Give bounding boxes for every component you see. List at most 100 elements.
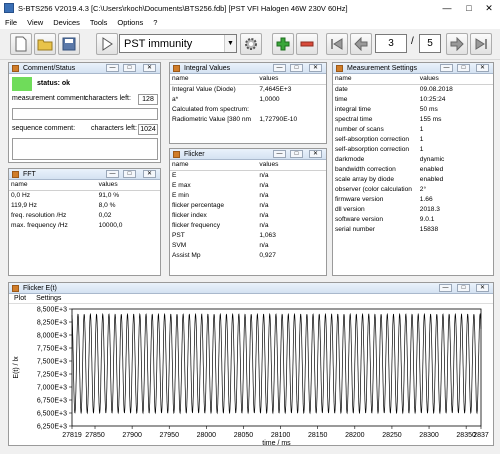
menu-view[interactable]: View — [22, 18, 48, 27]
row-value: n/a — [259, 181, 269, 189]
panel-minimize-icon[interactable]: — — [273, 150, 286, 158]
panel-restore-icon[interactable]: □ — [290, 64, 303, 72]
measurement-comment-input[interactable] — [12, 108, 158, 120]
last-page-button[interactable] — [470, 33, 492, 55]
table-row[interactable]: scale array by diode enabled — [333, 174, 493, 184]
table-row[interactable]: self-absorption correction 1 — [333, 134, 493, 144]
table-row[interactable]: dll version 2018.3 — [333, 204, 493, 214]
sequence-comment-input[interactable] — [12, 138, 158, 160]
table-row[interactable]: En/a — [170, 170, 326, 180]
toolbar: PST immunity ▼ 3 / 5 — [0, 29, 500, 60]
table-row[interactable]: spectral time 155 ms — [333, 114, 493, 124]
x-tick-label: 27900 — [122, 432, 142, 439]
column-header[interactable]: name — [333, 74, 418, 85]
table-row[interactable]: Radiometric Value [380 nm 1,72790E-10 — [170, 114, 326, 124]
panel-close-icon[interactable]: ✕ — [476, 64, 489, 72]
open-button[interactable] — [34, 33, 56, 55]
table-row[interactable]: SVM n/a — [170, 240, 326, 250]
table-row[interactable]: software version 9.0.1 — [333, 214, 493, 224]
minimize-icon[interactable]: — — [436, 0, 458, 16]
panel-restore-icon[interactable]: □ — [123, 170, 136, 178]
previous-page-button[interactable] — [350, 33, 372, 55]
menu-settings[interactable]: Settings — [31, 295, 66, 302]
panel-close-icon[interactable]: ✕ — [309, 150, 322, 158]
column-header[interactable]: values — [96, 180, 160, 191]
table-row[interactable]: Assist Mp 0,927 — [170, 250, 326, 260]
menu-options[interactable]: Options — [112, 18, 148, 27]
measurement-select[interactable]: PST immunity ▼ — [119, 34, 237, 53]
table-row[interactable]: 0,0 Hz 91,0 % — [9, 190, 160, 200]
table-row[interactable]: PST 1,063 — [170, 230, 326, 240]
row-value: 91,0 % — [98, 191, 120, 199]
table-row[interactable]: integral time 50 ms — [333, 104, 493, 114]
settings-button[interactable] — [240, 33, 262, 55]
column-header[interactable]: name — [170, 160, 258, 171]
table-row[interactable]: bandwidth correction enabled — [333, 164, 493, 174]
table-row[interactable]: E max n/a — [170, 180, 326, 190]
table-row[interactable]: Calculated from spectrum: — [170, 104, 326, 114]
panel-restore-icon[interactable]: □ — [457, 64, 470, 72]
add-button[interactable] — [272, 33, 294, 55]
maximize-icon[interactable]: □ — [458, 0, 480, 16]
table-row[interactable]: firmware version 1.66 — [333, 194, 493, 204]
table-row[interactable]: darkmode dynamic — [333, 154, 493, 164]
menu-plot[interactable]: Plot — [9, 295, 31, 302]
panel-close-icon[interactable]: ✕ — [309, 64, 322, 72]
menu-tools[interactable]: Tools — [85, 18, 113, 27]
panel-close-icon[interactable]: ✕ — [476, 284, 489, 292]
status-indicator — [12, 77, 32, 91]
panel-minimize-icon[interactable]: — — [439, 284, 452, 292]
next-page-button[interactable] — [446, 33, 468, 55]
table-row[interactable]: 119,9 Hz 8,0 % — [9, 200, 160, 210]
panel-restore-icon[interactable]: □ — [123, 64, 136, 72]
remove-button[interactable] — [296, 33, 318, 55]
first-page-button[interactable] — [326, 33, 348, 55]
table-row[interactable]: serial number 15838 — [333, 224, 493, 234]
panel-close-icon[interactable]: ✕ — [143, 170, 156, 178]
row-value: enabled — [419, 165, 444, 173]
first-page-icon — [331, 38, 343, 50]
x-tick-label: 28300 — [419, 432, 439, 439]
panel-minimize-icon[interactable]: — — [106, 170, 119, 178]
column-header[interactable]: name — [9, 180, 97, 191]
panel-restore-icon[interactable]: □ — [457, 284, 470, 292]
row-name: SVM — [172, 241, 187, 249]
chevron-down-icon[interactable]: ▼ — [224, 35, 236, 52]
panel-minimize-icon[interactable]: — — [106, 64, 119, 72]
column-header[interactable]: values — [257, 160, 326, 171]
column-header[interactable]: values — [417, 74, 493, 85]
play-button[interactable] — [96, 33, 118, 55]
save-button[interactable] — [58, 33, 80, 55]
menu-file[interactable]: File — [0, 18, 22, 27]
menu-devices[interactable]: Devices — [48, 18, 85, 27]
title-bar: S-BTS256 V2019.4.3 [C:\Users\rkoch\Docum… — [0, 0, 500, 16]
menu-bar: File View Devices Tools Options ? — [0, 16, 500, 29]
table-row[interactable]: E min n/a — [170, 190, 326, 200]
table-row[interactable]: observer (color calculation 2° — [333, 184, 493, 194]
table-row[interactable]: max. frequency /Hz 10000,0 — [9, 220, 160, 230]
page-current-input[interactable]: 3 — [375, 34, 407, 53]
table-row[interactable]: a* 1,0000 — [170, 94, 326, 104]
column-header[interactable]: name — [170, 74, 258, 85]
panel-restore-icon[interactable]: □ — [290, 150, 303, 158]
new-button[interactable] — [10, 33, 32, 55]
column-header[interactable]: values — [257, 74, 326, 85]
table-row[interactable]: Integral Value (Diode) 7,4645E+3 — [170, 84, 326, 94]
table-row[interactable]: time 10:25:24 — [333, 94, 493, 104]
close-icon[interactable]: ✕ — [478, 0, 500, 16]
flicker-chart[interactable]: 8,500E+3 8,250E+3 8,000E+3 7,750E+3 7,500E+3… — [9, 304, 493, 448]
panel-close-icon[interactable]: ✕ — [143, 64, 156, 72]
table-row[interactable]: date 09.08.2018 — [333, 84, 493, 94]
table-row[interactable]: number of scans 1 — [333, 124, 493, 134]
table-row[interactable]: freq. resolution /Hz 0,02 — [9, 210, 160, 220]
integral-values-header: Integral Values — □ ✕ — [170, 63, 326, 74]
table-row[interactable]: flicker index n/a — [170, 210, 326, 220]
menu-help[interactable]: ? — [148, 18, 162, 27]
panel-title: Measurement Settings — [347, 64, 418, 72]
table-row[interactable]: flicker percentage n/a — [170, 200, 326, 210]
table-row[interactable]: self-absorption correction 1 — [333, 144, 493, 154]
panel-minimize-icon[interactable]: — — [440, 64, 453, 72]
minus-icon — [300, 41, 314, 47]
panel-minimize-icon[interactable]: — — [273, 64, 286, 72]
table-row[interactable]: flicker frequency n/a — [170, 220, 326, 230]
